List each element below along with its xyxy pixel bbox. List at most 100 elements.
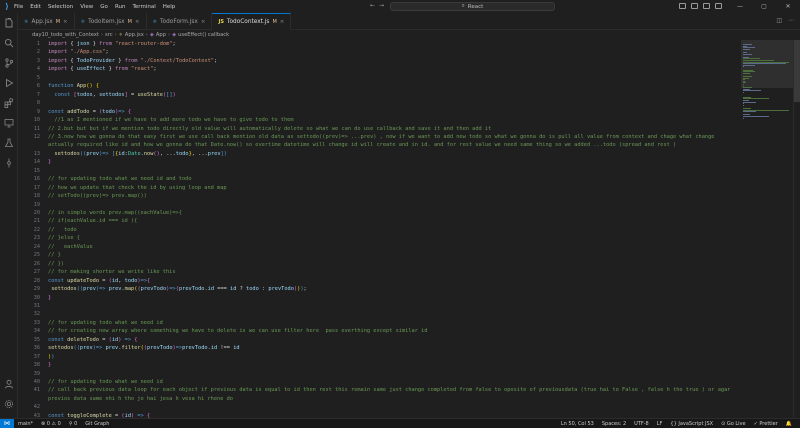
code-line[interactable]: 19 <box>18 201 741 209</box>
customize-layout-icon[interactable] <box>715 3 722 9</box>
language-mode[interactable]: {} JavaScript JSX <box>670 421 713 427</box>
code-line[interactable]: 17 // how we update that check the id by … <box>18 184 741 192</box>
code-line[interactable]: 24 // eachValue <box>18 243 741 251</box>
code-line[interactable]: 13 settodos((prev)=> [{id:Date.now(), ..… <box>18 150 741 158</box>
code-line[interactable]: 31 <box>18 302 741 310</box>
code-line[interactable]: 28 const updateTodo = (id, todo)=>{ <box>18 277 741 285</box>
code-line[interactable]: 22 // todo <box>18 226 741 234</box>
extensions-icon[interactable] <box>0 93 18 113</box>
code-line[interactable]: 32 <box>18 310 741 318</box>
settings-gear-icon[interactable] <box>0 394 18 414</box>
code-editor[interactable]: 1 import { json } from "react-router-dom"… <box>18 40 741 418</box>
menu-item-help[interactable]: Help <box>163 4 176 10</box>
branch-indicator[interactable]: main* <box>18 421 33 427</box>
source-control-icon[interactable] <box>0 53 18 73</box>
tab-todoitem-jsx[interactable]: ⚛ TodoItem.jsx M × <box>75 13 147 30</box>
menu-item-selection[interactable]: Selection <box>48 4 73 10</box>
code-line[interactable]: 38} <box>18 361 741 369</box>
code-line[interactable]: 8 <box>18 99 741 107</box>
code-line[interactable]: 18 // setTodo((prev)=> prev.map()) <box>18 192 741 200</box>
code-line[interactable]: 29 settodos((prev)=> prev.map((prevTodo)… <box>18 285 741 293</box>
remote-indicator-icon[interactable]: ⋈ <box>0 418 14 428</box>
go-live-button[interactable]: ⊙ Go Live <box>721 421 746 427</box>
notifications-bell-icon[interactable]: 🔔 <box>786 421 792 427</box>
git-graph-icon[interactable] <box>0 153 18 173</box>
code-line[interactable]: 42 <box>18 403 741 411</box>
code-line[interactable]: 25 // } <box>18 251 741 259</box>
code-line[interactable]: 10 //1 as I mentioned if we have to add … <box>18 116 741 124</box>
code-line[interactable]: 14} <box>18 158 741 166</box>
menu-item-go[interactable]: Go <box>100 4 108 10</box>
close-tab-icon[interactable]: × <box>280 19 285 25</box>
ports-indicator[interactable]: ⚲ 0 <box>69 421 77 427</box>
code-line[interactable]: 35 const deleteTodo = (id) => { <box>18 336 741 344</box>
code-line[interactable]: 33 // for updating todo what we need id <box>18 319 741 327</box>
prettier-button[interactable]: ✓ Prettier <box>754 421 778 427</box>
testing-icon[interactable] <box>0 133 18 153</box>
toggle-secondary-sidebar-icon[interactable] <box>703 3 710 9</box>
scrollbar-thumb[interactable] <box>794 40 800 102</box>
breadcrumb-src[interactable]: src <box>105 32 113 38</box>
code-line[interactable]: 36 settodos((prev)=> prev.filter((prevTod… <box>18 344 741 352</box>
breadcrumb-folder[interactable]: day10_todo_with_Context <box>32 32 99 38</box>
menu-item-terminal[interactable]: Terminal <box>132 4 155 10</box>
code-line[interactable]: 1 import { json } from "react-router-dom"… <box>18 40 741 48</box>
end-of-line[interactable]: LF <box>657 421 663 427</box>
code-line[interactable]: 5 <box>18 74 741 82</box>
git-graph-button[interactable]: Git Graph <box>85 421 109 427</box>
close-tab-icon[interactable]: × <box>63 19 68 25</box>
vertical-scrollbar[interactable] <box>793 40 800 418</box>
code-line[interactable]: 6 function App() { <box>18 82 741 90</box>
command-center-search[interactable]: ⌕ React <box>390 2 555 11</box>
code-line[interactable]: 21 // if(eachValue.id === id ){ <box>18 217 741 225</box>
toggle-panel-icon[interactable] <box>691 3 698 9</box>
minimize-button[interactable]: — <box>728 0 752 13</box>
code-line[interactable]: 3 import { TodoProvider } from "./Context… <box>18 57 741 65</box>
minimap[interactable] <box>741 40 793 418</box>
code-line[interactable]: 30} <box>18 294 741 302</box>
code-line[interactable]: 23 // }else { <box>18 234 741 242</box>
search-icon[interactable] <box>0 33 18 53</box>
code-line[interactable]: 40 // for updating todo what we need id <box>18 378 741 386</box>
encoding[interactable]: UTF-8 <box>634 421 649 427</box>
code-line[interactable]: 7 const [todos, settodos] = useState([]) <box>18 91 741 99</box>
menu-item-file[interactable]: File <box>14 4 23 10</box>
toggle-primary-sidebar-icon[interactable] <box>679 3 686 9</box>
code-line[interactable]: 16 // for updating todo what we need id a… <box>18 175 741 183</box>
close-button[interactable]: ✕ <box>776 0 800 13</box>
more-actions-icon[interactable]: ⋯ <box>788 17 794 24</box>
code-line[interactable]: previos data same nhi h tho jo hai jesa … <box>18 395 741 403</box>
code-line[interactable]: 20 // in simple words prev.map((eachValue… <box>18 209 741 217</box>
menu-item-run[interactable]: Run <box>115 4 126 10</box>
close-tab-icon[interactable]: × <box>201 19 206 25</box>
menu-item-view[interactable]: View <box>80 4 93 10</box>
run-debug-icon[interactable] <box>0 73 18 93</box>
code-line[interactable]: 27 // for making shorter we write like th… <box>18 268 741 276</box>
accounts-icon[interactable] <box>0 374 18 394</box>
code-line[interactable]: 34 // for creating new array where someth… <box>18 327 741 335</box>
indentation[interactable]: Spaces: 2 <box>602 421 626 427</box>
menu-item-edit[interactable]: Edit <box>30 4 41 10</box>
code-line[interactable]: 41 // call back previous data loop for ea… <box>18 386 741 394</box>
forward-arrow-icon[interactable]: → <box>379 2 384 9</box>
code-line[interactable]: 2 import "./App.css"; <box>18 48 741 56</box>
remote-explorer-icon[interactable] <box>0 113 18 133</box>
code-line[interactable]: actually required like id and how we gon… <box>18 141 741 149</box>
maximize-button[interactable]: ▢ <box>752 0 776 13</box>
code-line[interactable]: 11 // 2.but but but if we mention todo di… <box>18 125 741 133</box>
code-line[interactable]: 37)) <box>18 353 741 361</box>
split-editor-icon[interactable]: ◫ <box>776 17 782 24</box>
breadcrumb-symbol[interactable]: App <box>156 32 166 38</box>
breadcrumb-file[interactable]: App.jsx <box>125 32 144 38</box>
problems-indicator[interactable]: ⊗ 0 ⚠ 0 <box>41 421 61 427</box>
back-arrow-icon[interactable]: ← <box>370 2 375 9</box>
tab-todoform-jsx[interactable]: ⚛ TodoForm.jsx × <box>147 13 213 30</box>
breadcrumb-callback[interactable]: useEffect() callback <box>178 32 229 38</box>
code-line[interactable]: 26 // }) <box>18 260 741 268</box>
code-line[interactable]: 4 import { useEffect } from "react"; <box>18 65 741 73</box>
code-line[interactable]: 9 const addTodo = (todo)=> { <box>18 108 741 116</box>
tab-app-jsx[interactable]: ⚛ App.jsx M × <box>18 13 75 30</box>
code-line[interactable]: 39 <box>18 370 741 378</box>
cursor-position[interactable]: Ln 50, Col 53 <box>561 421 594 427</box>
close-tab-icon[interactable]: × <box>135 19 140 25</box>
